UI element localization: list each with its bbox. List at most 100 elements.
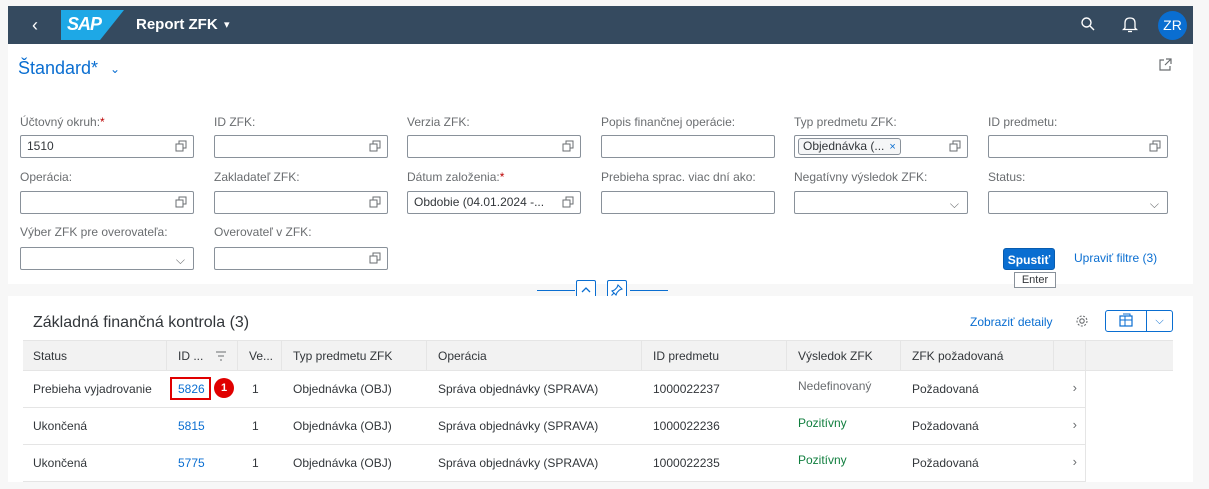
cell-version: 1: [252, 456, 259, 470]
cell-pozadovana: Požadovaná: [912, 419, 979, 433]
avatar[interactable]: ZR: [1158, 11, 1187, 40]
cell-operacia: Správa objednávky (SPRAVA): [438, 419, 599, 433]
column-header-vysledok[interactable]: Výsledok ZFK: [798, 349, 873, 363]
row-navigation-chevron-icon[interactable]: ›: [1073, 380, 1077, 395]
header-divider-right: [630, 290, 668, 291]
ucet-okruh-value: 1510: [27, 139, 54, 153]
cell-id-link[interactable]: 5815: [178, 419, 205, 433]
go-button[interactable]: Spustiť: [1003, 248, 1055, 270]
table-header: Status ID ... Ve... Typ predmetu ZFK Ope…: [23, 340, 1173, 371]
column-header-id-predmetu[interactable]: ID predmetu: [653, 349, 719, 363]
column-header-pozadovana[interactable]: ZFK požadovaná: [912, 349, 1003, 363]
cell-typ: Objednávka (OBJ): [293, 382, 392, 396]
row-navigation-chevron-icon[interactable]: ›: [1073, 417, 1077, 432]
search-icon[interactable]: [1080, 16, 1096, 32]
datum-field[interactable]: Obdobie (04.01.2024 -...: [407, 191, 581, 214]
chevron-down-icon[interactable]: ⌵: [950, 194, 959, 213]
column-header-status[interactable]: Status: [33, 349, 67, 363]
cell-pozadovana: Požadovaná: [912, 456, 979, 470]
column-separator: [237, 341, 238, 370]
bell-icon[interactable]: [1122, 15, 1138, 33]
status-select[interactable]: ⌵: [988, 191, 1168, 214]
popis-label: Popis finančnej operácie:: [601, 115, 736, 129]
cell-id-link[interactable]: 5775: [178, 456, 205, 470]
typ-predmetu-label: Typ predmetu ZFK:: [794, 115, 897, 129]
step-marker-badge: 1: [214, 378, 234, 398]
negativny-select[interactable]: ⌵: [794, 191, 968, 214]
zakladatel-field[interactable]: [214, 191, 388, 214]
negativny-label: Negatívny výsledok ZFK:: [794, 170, 928, 184]
column-separator: [641, 341, 642, 370]
column-separator: [426, 341, 427, 370]
export-menu-chevron-down-icon[interactable]: ⌵: [1146, 310, 1173, 332]
column-separator: [166, 341, 167, 370]
cell-id-predmetu: 1000022235: [653, 456, 720, 470]
typ-predmetu-token[interactable]: Objednávka (... ×: [798, 138, 901, 155]
back-icon[interactable]: ‹: [24, 14, 46, 36]
cell-id-predmetu: 1000022236: [653, 419, 720, 433]
operacia-field[interactable]: [20, 191, 194, 214]
verzia-zfk-field[interactable]: [407, 135, 581, 158]
column-header-id[interactable]: ID ...: [178, 349, 203, 363]
typ-predmetu-field[interactable]: Objednávka (... ×: [794, 135, 968, 158]
chevron-down-icon[interactable]: ⌵: [1150, 194, 1159, 213]
column-header-typ[interactable]: Typ predmetu ZFK: [293, 349, 392, 363]
cell-status: Ukončená: [33, 456, 88, 470]
variant-name[interactable]: Štandard*: [18, 58, 98, 79]
value-help-icon[interactable]: [175, 196, 187, 208]
value-help-icon[interactable]: [1149, 140, 1161, 152]
datum-value: Obdobie (04.01.2024 -...: [414, 195, 545, 209]
vyber-select[interactable]: ⌵: [20, 247, 194, 270]
id-zfk-field[interactable]: [214, 135, 388, 158]
cell-status: Ukončená: [33, 419, 88, 433]
ucet-okruh-field[interactable]: 1510: [20, 135, 194, 158]
variant-chevron-down-icon[interactable]: ⌄: [110, 62, 120, 76]
column-header-version[interactable]: Ve...: [249, 349, 273, 363]
value-help-icon[interactable]: [949, 140, 961, 152]
export-spreadsheet-icon: [1119, 313, 1133, 327]
value-help-icon[interactable]: [369, 140, 381, 152]
table-row[interactable]: Ukončená 5775 1 Objednávka (OBJ) Správa …: [23, 445, 1085, 482]
value-help-icon[interactable]: [562, 140, 574, 152]
id-predmetu-field[interactable]: [988, 135, 1168, 158]
sort-filter-icon: [216, 351, 226, 361]
cell-operacia: Správa objednávky (SPRAVA): [438, 382, 599, 396]
table-row[interactable]: Ukončená 5815 1 Objednávka (OBJ) Správa …: [23, 408, 1085, 445]
table-filler-column: [1085, 371, 1173, 482]
column-separator: [1053, 341, 1054, 370]
share-icon[interactable]: [1158, 58, 1172, 72]
prebieha-field[interactable]: [601, 191, 775, 214]
adapt-filters-link[interactable]: Upraviť filtre (3): [1074, 251, 1157, 265]
app-title[interactable]: Report ZFK: [136, 16, 218, 33]
row-navigation-chevron-icon[interactable]: ›: [1073, 454, 1077, 469]
cell-pozadovana: Požadovaná: [912, 382, 979, 396]
id-zfk-label: ID ZFK:: [214, 115, 256, 129]
shell-bar: ‹ SAP Report ZFK ▾ ZR: [8, 6, 1193, 44]
column-separator: [1085, 341, 1086, 370]
prebieha-label: Prebieha sprac. viac dní ako:: [601, 170, 756, 184]
popis-field[interactable]: [601, 135, 775, 158]
token-close-icon[interactable]: ×: [889, 141, 895, 153]
chevron-down-icon[interactable]: ⌵: [176, 250, 185, 269]
overovatel-field[interactable]: [214, 247, 388, 270]
value-help-icon[interactable]: [369, 196, 381, 208]
gear-icon[interactable]: [1075, 314, 1089, 328]
show-details-link[interactable]: Zobraziť detaily: [970, 315, 1053, 329]
header-divider-left: [537, 290, 575, 291]
datum-label: Dátum založenia:*: [407, 170, 505, 184]
column-header-operacia[interactable]: Operácia: [438, 349, 487, 363]
column-separator: [900, 341, 901, 370]
cell-vysledok: Pozitívny: [798, 416, 847, 430]
sap-logo[interactable]: SAP: [61, 10, 124, 40]
title-menu-caret-icon[interactable]: ▾: [224, 18, 230, 31]
cell-status: Prebieha vyjadrovanie: [33, 382, 152, 396]
export-button[interactable]: [1105, 310, 1147, 332]
table-title: Základná finančná kontrola (3): [33, 314, 250, 331]
value-help-icon[interactable]: [562, 196, 574, 208]
value-help-icon[interactable]: [175, 140, 187, 152]
logo-text: SAP: [67, 14, 102, 34]
value-help-icon[interactable]: [369, 252, 381, 264]
cell-vysledok: Pozitívny: [798, 453, 847, 467]
token-text: Objednávka (...: [803, 139, 885, 153]
cell-typ: Objednávka (OBJ): [293, 456, 392, 470]
